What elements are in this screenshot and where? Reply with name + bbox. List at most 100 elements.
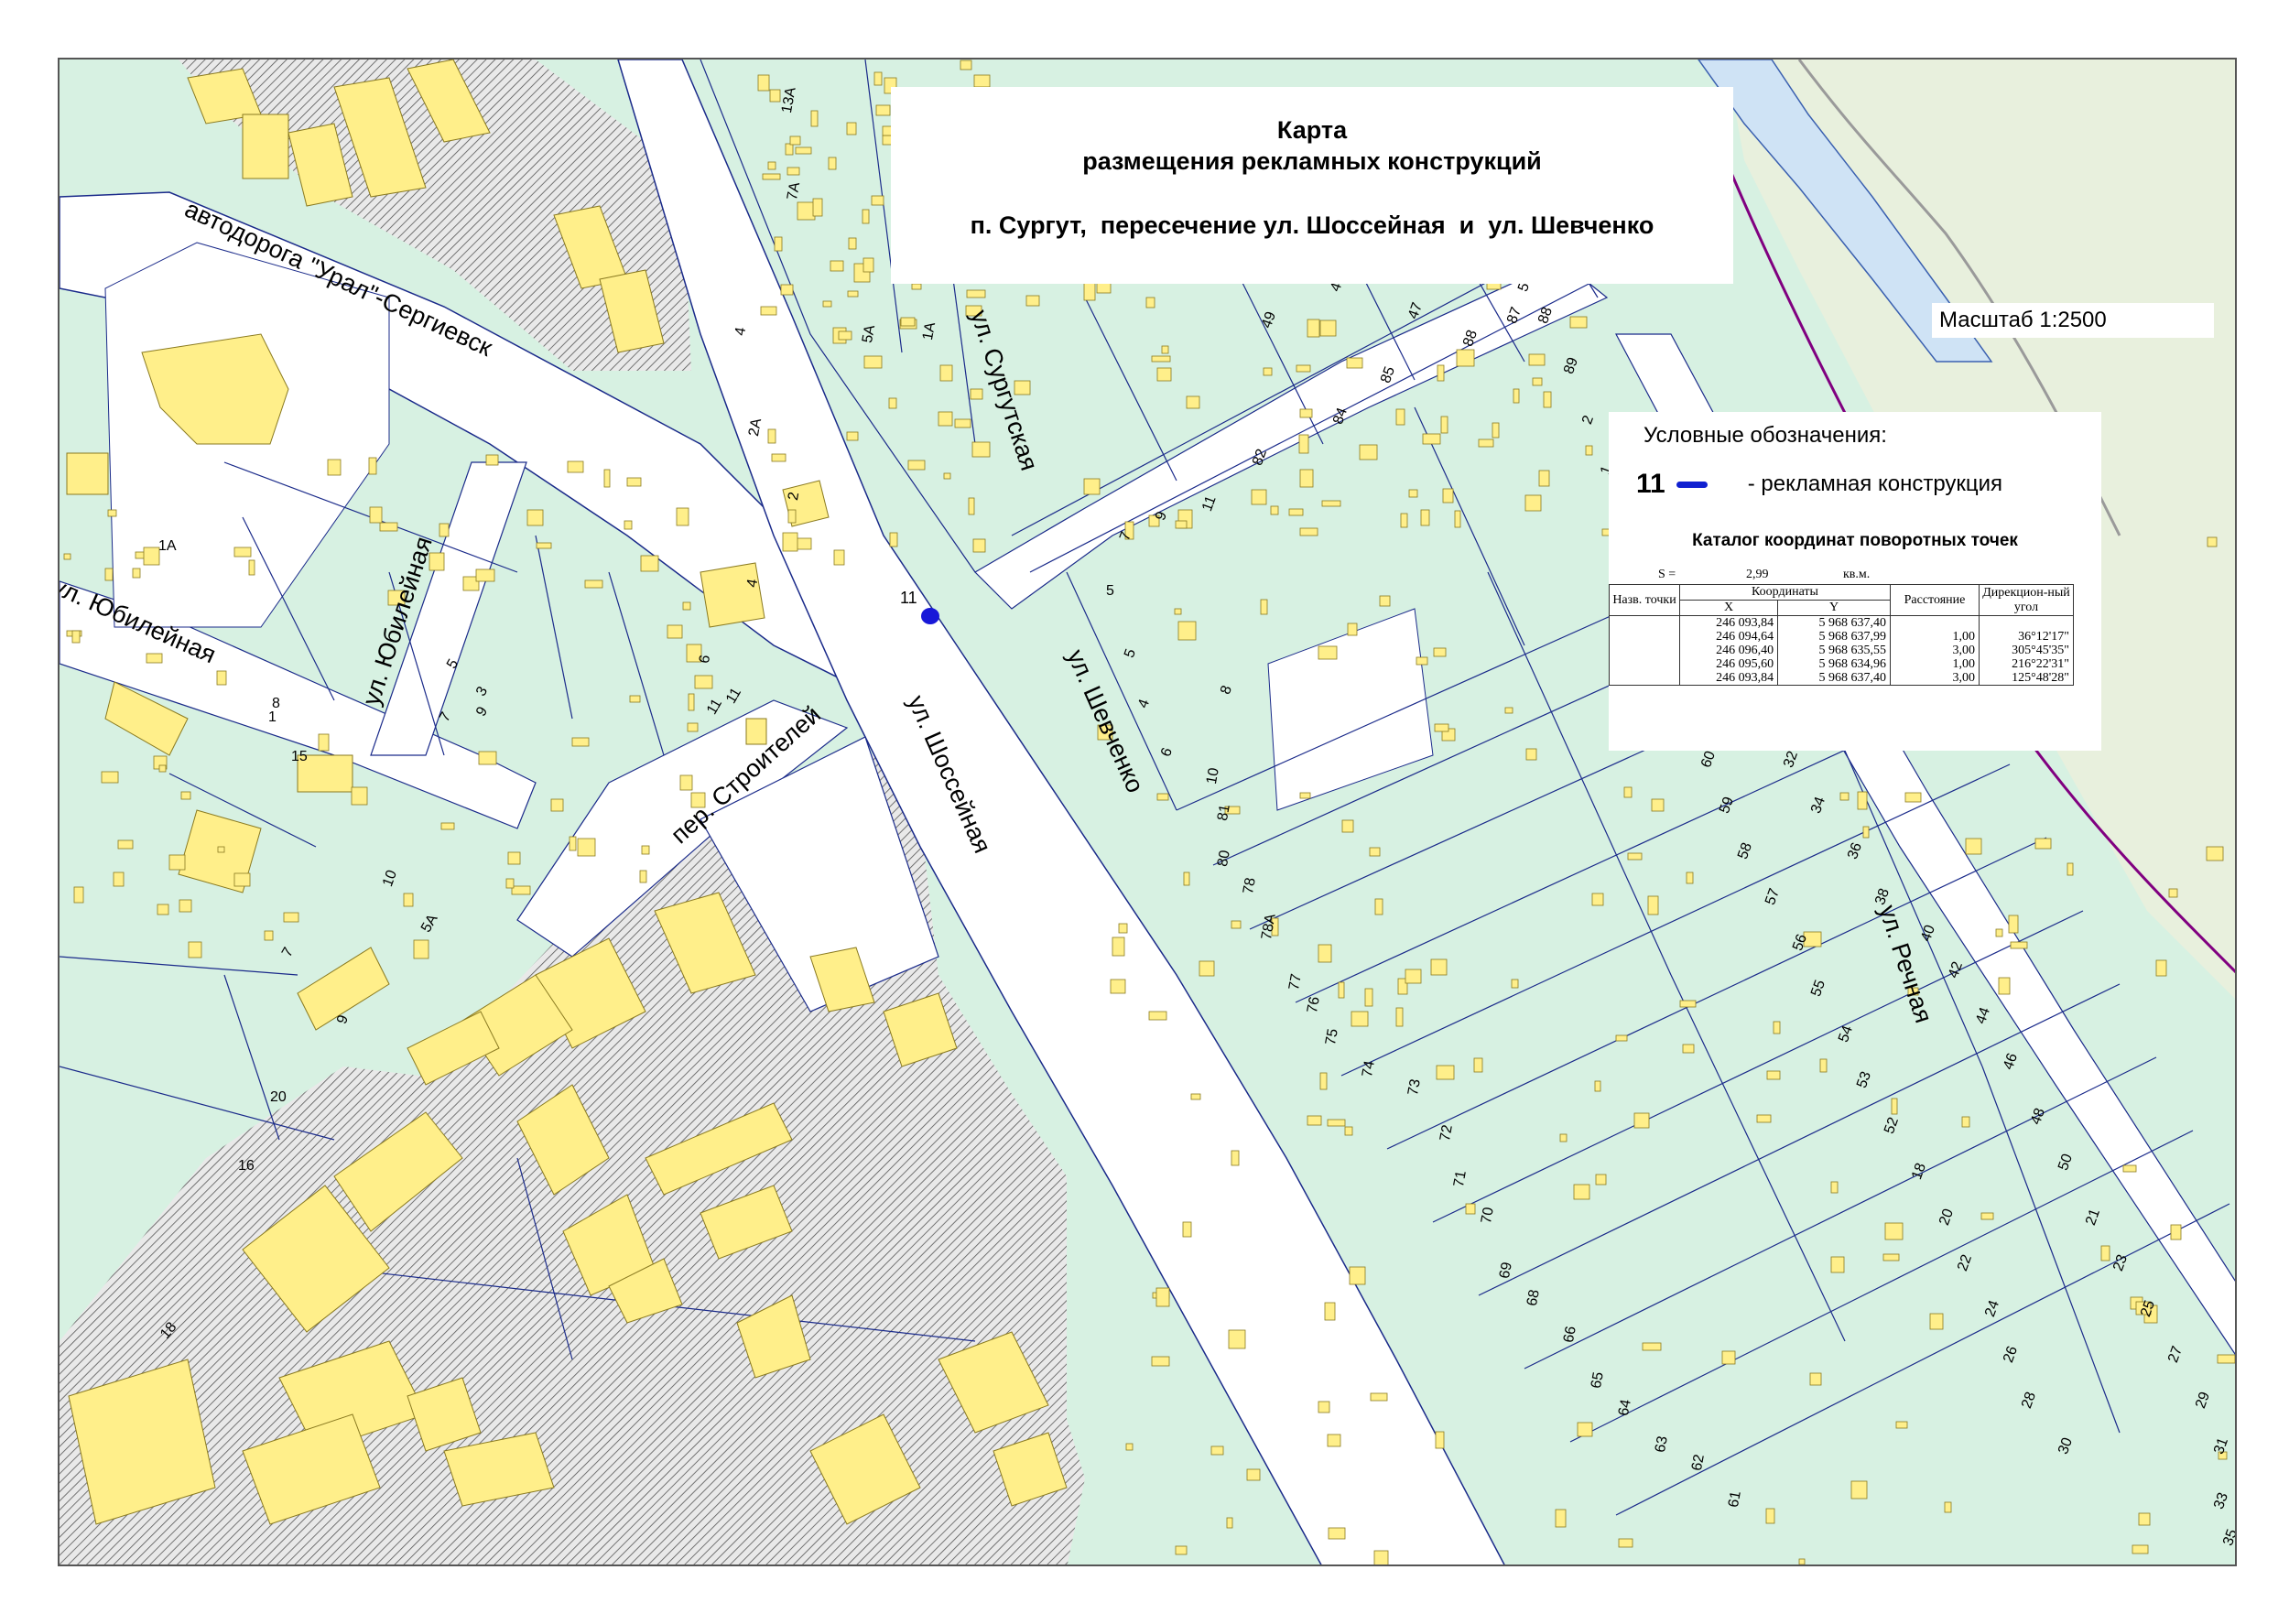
small-building — [511, 885, 531, 895]
scale-label: Масштаб 1:2500 — [1932, 303, 2214, 338]
small-building — [507, 851, 521, 865]
small-building — [789, 135, 801, 146]
title-line-3: п. Сургут, пересечение ул. Шоссейная и у… — [970, 211, 1654, 239]
small-building — [1395, 1007, 1404, 1027]
small-building — [1346, 357, 1363, 369]
lot-number-label: 5А — [860, 323, 879, 344]
small-building — [478, 751, 497, 765]
area-label: S = — [1658, 568, 1676, 581]
small-building — [2155, 959, 2167, 977]
small-building — [1318, 1401, 1330, 1413]
lot-number-label: 63 — [1653, 1435, 1671, 1454]
lot-number-label: 10 — [1204, 766, 1222, 785]
small-building — [682, 601, 691, 611]
small-building — [132, 568, 141, 579]
small-building — [71, 630, 81, 644]
small-building — [1347, 623, 1358, 636]
small-building — [440, 822, 455, 830]
small-building — [188, 941, 202, 958]
lot-number-label: 1А — [920, 320, 939, 341]
small-building — [1125, 1443, 1134, 1451]
small-building — [1118, 923, 1128, 934]
small-building — [871, 195, 884, 206]
small-building — [1186, 395, 1200, 409]
small-building — [1995, 928, 2003, 937]
small-building — [135, 551, 146, 559]
small-building — [1155, 1287, 1170, 1307]
small-building — [1156, 367, 1172, 382]
small-building — [762, 173, 781, 180]
lot-number-label: 66 — [1561, 1325, 1579, 1344]
small-building — [505, 878, 515, 889]
small-building — [1151, 1356, 1170, 1367]
small-building — [1161, 345, 1169, 354]
small-building — [146, 653, 163, 664]
small-building — [1177, 621, 1197, 641]
small-building — [862, 257, 874, 273]
small-building — [1454, 510, 1461, 528]
small-building — [907, 460, 926, 471]
small-building — [828, 157, 837, 170]
col-name: Назв. точки — [1609, 584, 1680, 616]
small-building — [1270, 505, 1279, 515]
small-building — [785, 143, 794, 156]
legend-panel: Условные обозначения: 11 - рекламная кон… — [1609, 412, 2101, 751]
small-building — [1765, 1508, 1775, 1524]
small-building — [143, 547, 160, 566]
legend-marker-label: - рекламная конструкция — [1747, 471, 2003, 496]
small-building — [1839, 792, 1850, 801]
small-building — [1435, 1431, 1445, 1449]
small-building — [2170, 1224, 2182, 1240]
small-building — [1373, 1550, 1389, 1564]
small-building — [812, 198, 823, 217]
small-building — [1798, 1558, 1806, 1564]
lot-number-label: 73 — [1405, 1077, 1424, 1097]
small-building — [1585, 445, 1593, 456]
small-building — [1324, 1302, 1336, 1321]
col-angle: Дирекцион-ный угол — [1979, 584, 2074, 616]
point-y: 5 968 634,96 — [1777, 657, 1891, 671]
small-building — [1199, 960, 1215, 977]
small-building — [2100, 1245, 2110, 1261]
small-building — [1151, 355, 1171, 363]
small-building — [1809, 1372, 1822, 1386]
table-row: 246 096,40 5 968 635,55 3,00 305°45'35" — [1609, 644, 2074, 657]
small-building — [640, 555, 659, 572]
small-building — [107, 509, 117, 517]
advert-marker[interactable] — [921, 608, 939, 624]
small-building — [667, 624, 683, 639]
small-building — [679, 774, 693, 791]
lot-number-label: 62 — [1689, 1453, 1708, 1472]
small-building — [475, 568, 495, 582]
area-unit: кв.м. — [1843, 568, 1871, 581]
small-building — [973, 74, 991, 88]
lot-number-label: 15 — [291, 749, 308, 764]
small-building — [413, 939, 429, 959]
small-building — [830, 260, 844, 272]
point-y: 5 968 637,99 — [1777, 630, 1891, 644]
point-x: 246 093,84 — [1678, 615, 1779, 630]
segment-angle: 216°22'31" — [1979, 657, 2074, 671]
small-building — [1721, 1350, 1736, 1365]
small-building — [676, 507, 689, 526]
small-building — [73, 886, 84, 904]
small-building — [1344, 1126, 1353, 1136]
col-y: Y — [1777, 600, 1891, 616]
small-building — [1573, 1184, 1590, 1200]
lot-number-label: 16 — [238, 1158, 255, 1174]
small-building — [760, 306, 777, 316]
small-building — [1555, 1509, 1567, 1528]
small-building — [1307, 1115, 1322, 1126]
small-building — [889, 532, 898, 547]
small-building — [2132, 1544, 2149, 1554]
small-building — [2122, 1164, 2137, 1173]
small-building — [1349, 1266, 1366, 1285]
small-building — [2168, 888, 2178, 898]
small-building — [327, 459, 342, 476]
small-building — [1830, 1181, 1839, 1194]
small-building — [2207, 536, 2218, 547]
small-building — [1436, 1065, 1455, 1080]
small-building — [911, 283, 922, 290]
small-building — [1112, 937, 1125, 957]
small-building — [1318, 645, 1338, 660]
